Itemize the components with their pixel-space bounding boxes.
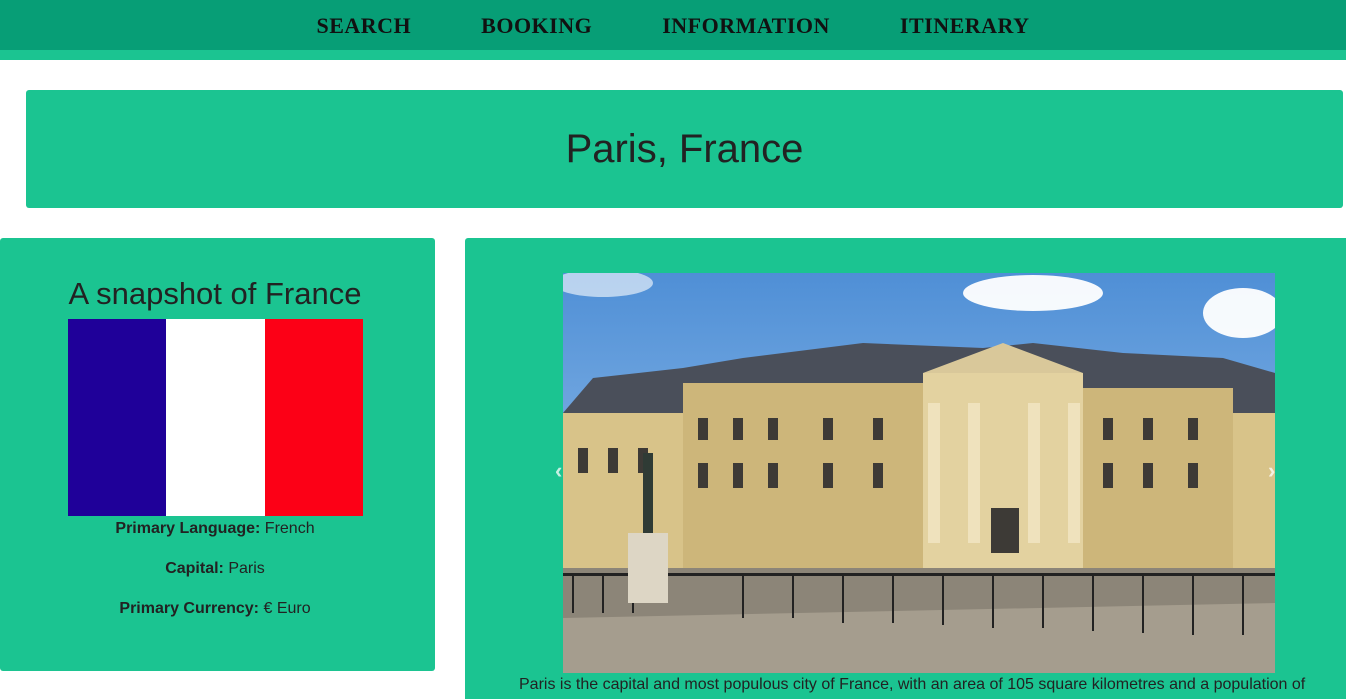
page-title: Paris, France — [565, 126, 804, 171]
fact-language-value: French — [264, 520, 315, 537]
snapshot-heading: A snapshot of France — [68, 276, 362, 311]
fact-currency-label: Primary Currency: — [119, 600, 260, 617]
nav-search[interactable]: SEARCH — [316, 11, 411, 39]
title-banner: Paris, France — [26, 90, 1343, 208]
carousel-photo — [563, 273, 1275, 673]
fact-capital-value: Paris — [228, 560, 265, 577]
nav-booking[interactable]: BOOKING — [481, 11, 592, 39]
fact-capital: Capital: Paris — [0, 560, 430, 578]
country-snapshot-card: A snapshot of France Primary Language: F… — [0, 238, 435, 671]
flag-red-band — [264, 319, 363, 516]
flag-blue-band — [68, 319, 167, 516]
carousel-next-button[interactable]: › — [1268, 458, 1275, 484]
fact-language: Primary Language: French — [0, 520, 430, 538]
top-navbar: SEARCH BOOKING INFORMATION ITINERARY — [0, 0, 1346, 60]
country-facts: Primary Language: French Capital: Paris … — [0, 520, 430, 640]
city-description: Paris is the capital and most populous c… — [519, 676, 1306, 693]
carousel-prev-button[interactable]: ‹ — [555, 458, 562, 484]
city-hall-photo — [563, 273, 1275, 673]
france-flag — [68, 319, 363, 516]
fact-currency-value: € Euro — [263, 600, 311, 617]
flag-white-band — [166, 319, 265, 516]
fact-language-label: Primary Language: — [115, 520, 261, 537]
nav-itinerary[interactable]: ITINERARY — [900, 11, 1030, 39]
fact-currency: Primary Currency: € Euro — [0, 600, 430, 618]
nav-information[interactable]: INFORMATION — [662, 11, 830, 39]
fact-capital-label: Capital: — [165, 560, 224, 577]
photo-carousel: ‹ › Paris is the capital and most populo… — [465, 238, 1346, 699]
